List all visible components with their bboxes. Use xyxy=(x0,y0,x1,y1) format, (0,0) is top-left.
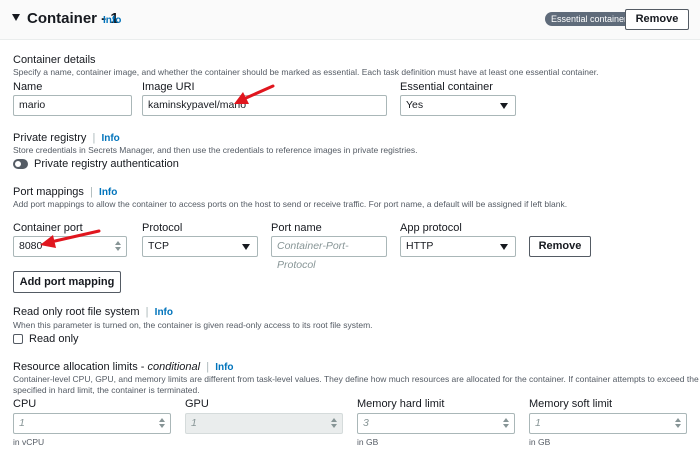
annotation-arrow-image-uri xyxy=(234,84,275,104)
annotation-overlay xyxy=(40,84,275,248)
annotation-arrow-container-port xyxy=(40,229,101,248)
